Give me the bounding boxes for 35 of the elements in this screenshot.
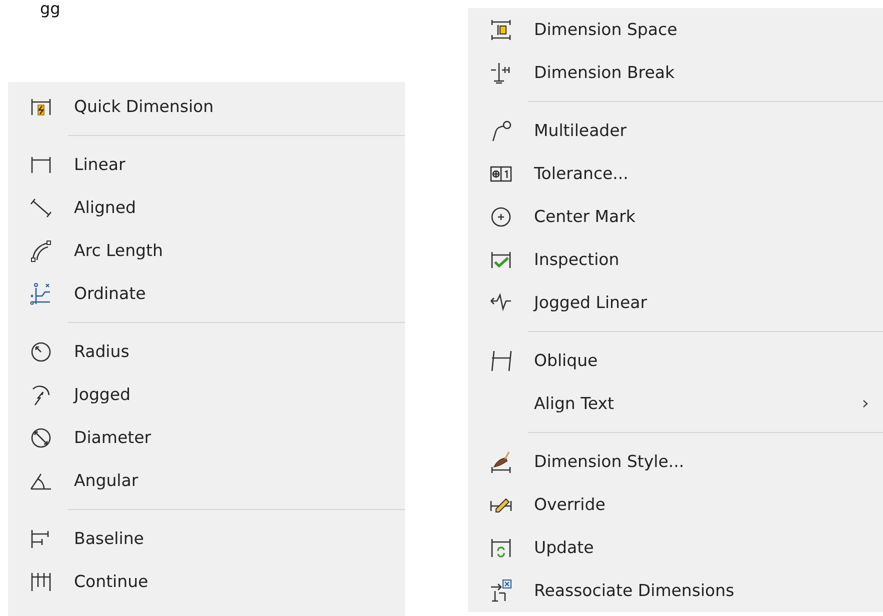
reassociate-icon <box>489 578 513 602</box>
menu-item[interactable]: Ordinate <box>8 272 405 315</box>
submenu-arrow: › <box>862 393 869 414</box>
menu-item[interactable]: Jogged <box>8 373 405 416</box>
oblique-dimension-icon <box>489 348 513 372</box>
menu-item[interactable]: Continue <box>8 560 405 603</box>
menu-item[interactable]: Reassociate Dimensions <box>468 569 883 612</box>
menu-item[interactable]: Dimension Space <box>468 8 883 51</box>
ordinate-icon <box>29 282 53 306</box>
menu-item[interactable]: Linear <box>8 143 405 186</box>
space-dimension-icon <box>489 18 513 42</box>
menu-item[interactable]: Center Mark <box>468 195 883 238</box>
circle-diameter-icon <box>29 426 53 450</box>
circle-radius-icon <box>29 340 53 364</box>
menu-item[interactable]: Tolerance... <box>468 152 883 195</box>
menu-item[interactable]: Aligned <box>8 186 405 229</box>
menu-item[interactable]: Baseline <box>8 517 405 560</box>
menu-item[interactable]: Multileader <box>468 109 883 152</box>
menu-item[interactable]: Arc Length <box>8 229 405 272</box>
arc-icon <box>29 238 53 262</box>
menu-item[interactable]: Oblique <box>468 339 883 382</box>
caption-text: gg <box>40 0 60 18</box>
brush-dimension-icon <box>489 450 513 474</box>
menu-item[interactable]: Dimension Style... <box>468 440 883 483</box>
menu-item[interactable]: Update <box>468 526 883 569</box>
menu-item[interactable]: Jogged Linear <box>468 281 883 324</box>
menu-item[interactable]: Radius <box>8 330 405 373</box>
menu-item[interactable]: Dimension Break <box>468 51 883 94</box>
menu-item[interactable]: Override <box>468 483 883 526</box>
circle-plus-icon <box>489 204 513 228</box>
menu-item[interactable]: Align Text › <box>468 382 883 425</box>
menu-item[interactable]: Diameter <box>8 416 405 459</box>
menu-item[interactable]: Quick Dimension <box>8 85 405 128</box>
menu-item[interactable]: Angular <box>8 459 405 502</box>
menu-item[interactable]: Inspection <box>468 238 883 281</box>
